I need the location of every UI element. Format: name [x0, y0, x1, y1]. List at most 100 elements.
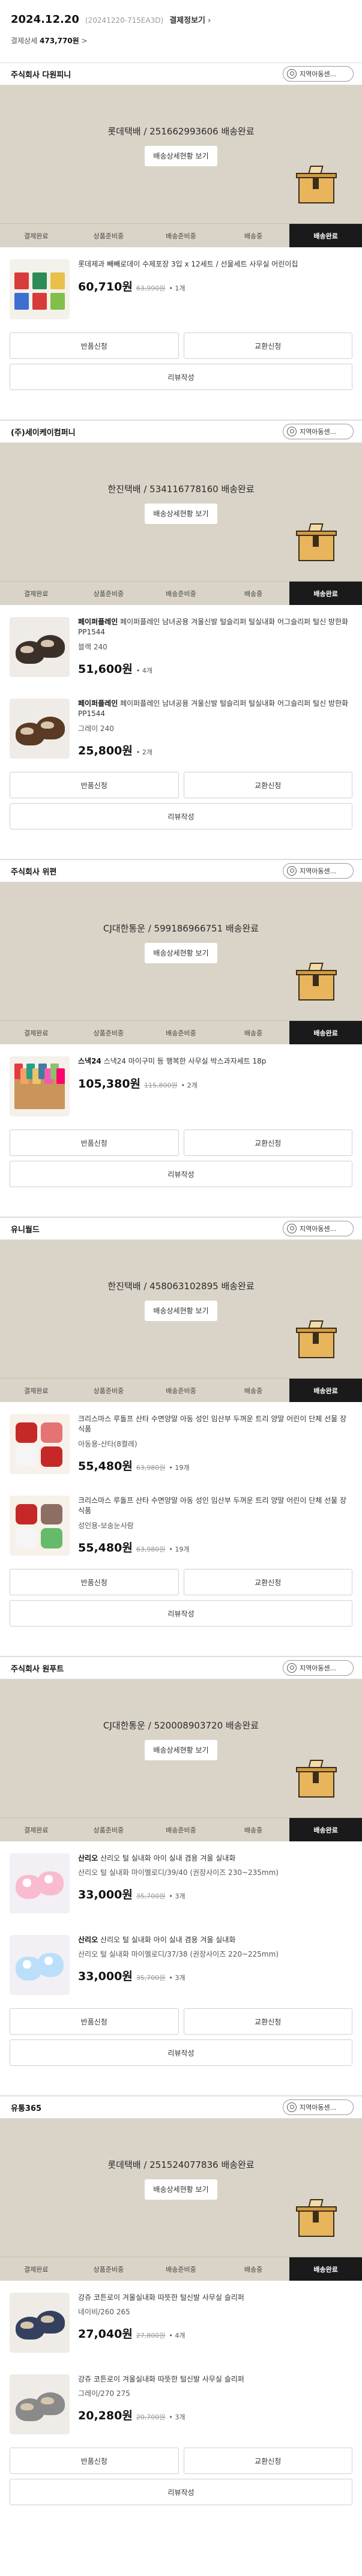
product-thumbnail[interactable] — [10, 1853, 70, 1913]
order-detail-link[interactable]: 결제정보기 — [169, 14, 211, 25]
return-button[interactable]: 반품신청 — [10, 2448, 179, 2474]
product-name[interactable]: 롯데제과 빼빼로데이 수제포장 3입 x 12세트 / 선물세트 사무실 어린이… — [78, 259, 352, 269]
step-1: 상품준비중 — [93, 1386, 124, 1395]
return-button[interactable]: 반품신청 — [10, 1569, 179, 1595]
product-thumbnail[interactable] — [10, 617, 70, 677]
step-3: 배송중 — [244, 1386, 263, 1395]
product-item[interactable]: 산리오 산리오 털 실내화 아이 실내 겸용 겨울 실내화산리오 털 실내화 마… — [0, 1923, 362, 2005]
tracking-detail-button[interactable]: 배송상세현황 보기 — [145, 1740, 217, 1760]
return-button[interactable]: 반품신청 — [10, 2008, 179, 2035]
original-price: 27,800원 — [136, 2332, 166, 2340]
product-item[interactable]: 페이퍼플레인 페이퍼플레인 남녀공용 겨울신발 털슬리퍼 털실내화 어그슬리퍼 … — [0, 687, 362, 768]
product-item[interactable]: 산리오 산리오 털 실내화 아이 실내 겸용 겨울 실내화 산리오 털 실내화 마… — [0, 1841, 362, 1923]
product-price: 27,040원 — [78, 2328, 133, 2341]
seller-group: 유니월드 지역아동센... 한진택배 / 458063102895 배송완료 배송상세… — [0, 1199, 362, 1639]
region-button[interactable]: 지역아동센... — [283, 424, 354, 439]
review-button[interactable]: 리뷰작성 — [10, 1600, 352, 1627]
box-tape — [313, 1771, 319, 1783]
order-history-page: 2024.12.20 (20241220-715EA3D) 결제정보기 결제상세… — [0, 0, 362, 2576]
step-0: 결제완료 — [24, 1386, 49, 1395]
product-item[interactable]: 크리스마스 루돌프 산타 수면양말 아동 성인 임산부 두꺼운 트리 양말 어린… — [0, 1402, 362, 1484]
delivery-status-panel: CJ대한통운 / 599186966751 배송완료 배송상세현황 보기 — [0, 882, 362, 1020]
tracking-detail-button[interactable]: 배송상세현황 보기 — [145, 1301, 217, 1321]
product-name[interactable]: 산리오 산리오 털 실내화 아이 실내 겸용 겨울 실내화 — [78, 1853, 352, 1864]
seller-bar: 주식회사 위편 지역아동센... — [0, 859, 362, 882]
product-thumbnail[interactable] — [10, 1056, 70, 1116]
product-item[interactable]: 스낵24 스낵24 마이구미 등 행복한 사무실 박스과자세트 18p 105,3… — [0, 1044, 362, 1126]
product-item[interactable]: 롯데제과 빼빼로데이 수제포장 3입 x 12세트 / 선물세트 사무실 어린이… — [0, 247, 362, 329]
step-1: 상품준비중 — [93, 1826, 124, 1834]
tracking-detail-button[interactable]: 배송상세현황 보기 — [145, 146, 217, 166]
step-2: 배송준비중 — [166, 589, 196, 598]
product-item[interactable]: 크리스마스 루돌프 산타 수면양말 아동 성인 임산부 두꺼운 트리 양말 어린… — [0, 1484, 362, 1565]
sock-pack — [41, 1504, 62, 1524]
product-info: 강쥬 코튼로이 겨울실내화 따뜻한 털신발 사무실 슬리퍼 그레이/270 275… — [78, 2374, 352, 2434]
exchange-button[interactable]: 교환신청 — [183, 2448, 352, 2474]
region-button[interactable]: 지역아동센... — [283, 1660, 354, 1676]
product-name[interactable]: 페이퍼플레인 페이퍼플레인 남녀공용 겨울신발 털슬리퍼 털실내화 어그슬리퍼 … — [78, 617, 352, 638]
product-thumbnail[interactable] — [10, 699, 70, 759]
seller-group: 주식회사 원푸트 지역아동센... CJ대한통운 / 520008903720 배송… — [0, 1639, 362, 2078]
fur — [41, 721, 54, 729]
exchange-button[interactable]: 교환신청 — [183, 2008, 352, 2035]
section-divider — [0, 1199, 362, 1217]
product-title: 스낵24 마이구미 등 행복한 사무실 박스과자세트 18p — [101, 1057, 267, 1065]
return-button[interactable]: 반품신청 — [10, 772, 179, 798]
exchange-button[interactable]: 교환신청 — [183, 1569, 352, 1595]
product-option: 산리오 털 실내화 마이멜로디/37/38 (권장사이즈 220~225mm) — [78, 1950, 279, 1959]
product-item[interactable]: 페이퍼플레인 페이퍼플레인 남녀공용 겨울신발 털슬리퍼 털실내화 어그슬리퍼 … — [0, 605, 362, 687]
review-button[interactable]: 리뷰작성 — [10, 1161, 352, 1187]
product-thumbnail[interactable] — [10, 2374, 70, 2434]
product-thumbnail[interactable] — [10, 1414, 70, 1474]
product-price: 105,380원 — [78, 1077, 141, 1091]
snack-item — [56, 1068, 65, 1084]
product-thumbnail[interactable] — [10, 259, 70, 319]
region-button[interactable]: 지역아동센... — [283, 1221, 354, 1236]
tracking-detail-button[interactable]: 배송상세현황 보기 — [145, 504, 217, 524]
delivery-status-panel: 롯데택배 / 251524077836 배송완료 배송상세현황 보기 — [0, 2119, 362, 2257]
product-name[interactable]: 산리오 산리오 털 실내화 아이 실내 겸용 겨울 실내화 — [78, 1935, 352, 1945]
tracking-detail-button[interactable]: 배송상세현황 보기 — [145, 2179, 217, 2200]
return-button[interactable]: 반품신청 — [10, 1130, 179, 1156]
exchange-button[interactable]: 교환신청 — [183, 1130, 352, 1156]
delivery-steps: 결제완료 상품준비중 배송준비중 배송중 배송완료 — [0, 2257, 362, 2281]
product-thumbnail[interactable] — [10, 1496, 70, 1556]
product-title: 강쥬 코튼로이 겨울실내화 따뜻한 털신발 사무실 슬리퍼 — [78, 2293, 244, 2302]
character — [44, 1875, 53, 1883]
sock-pack — [41, 1528, 62, 1548]
review-button[interactable]: 리뷰작성 — [10, 803, 352, 829]
region-button[interactable]: 지역아동센... — [283, 2099, 354, 2115]
product-item[interactable]: 강쥬 코튼로이 겨울실내화 따뜻한 털신발 사무실 슬리퍼 그레이/270 275… — [0, 2362, 362, 2444]
delivered-box-icon — [296, 963, 337, 1001]
original-price: 63,980원 — [136, 1545, 166, 1553]
review-button[interactable]: 리뷰작성 — [10, 364, 352, 390]
step-2: 배송준비중 — [166, 2265, 196, 2274]
tracking-detail-button[interactable]: 배송상세현황 보기 — [145, 943, 217, 963]
exchange-button[interactable]: 교환신청 — [183, 772, 352, 798]
region-button[interactable]: 지역아동센... — [283, 66, 354, 82]
return-button[interactable]: 반품신청 — [10, 333, 179, 359]
product-name[interactable]: 강쥬 코튼로이 겨울실내화 따뜻한 털신발 사무실 슬리퍼 — [78, 2293, 352, 2303]
product-item[interactable]: 강쥬 코튼로이 겨울실내화 따뜻한 털신발 사무실 슬리퍼 네이비/260 265… — [0, 2281, 362, 2362]
product-name[interactable]: 강쥬 코튼로이 겨울실내화 따뜻한 털신발 사무실 슬리퍼 — [78, 2374, 352, 2385]
step-3: 배송중 — [244, 1826, 263, 1834]
product-info: 크리스마스 루돌프 산타 수면양말 아동 성인 임산부 두꺼운 트리 양말 어린… — [78, 1496, 352, 1556]
step-3: 배송중 — [244, 589, 263, 598]
review-button[interactable]: 리뷰작성 — [10, 2479, 352, 2505]
product-quantity: • 1개 — [169, 284, 186, 293]
exchange-button[interactable]: 교환신청 — [183, 333, 352, 359]
payment-total[interactable]: 결제상세 473,770원 > — [11, 35, 351, 46]
product-name[interactable]: 페이퍼플레인 페이퍼플레인 남녀공용 겨울신발 털슬리퍼 털실내화 어그슬리퍼 … — [78, 699, 352, 720]
product-name[interactable]: 스낵24 스낵24 마이구미 등 행복한 사무실 박스과자세트 18p — [78, 1056, 352, 1067]
region-button[interactable]: 지역아동센... — [283, 863, 354, 879]
product-name[interactable]: 크리스마스 루돌프 산타 수면양말 아동 성인 임산부 두꺼운 트리 양말 어린… — [78, 1496, 352, 1517]
fur — [20, 646, 34, 653]
review-button[interactable]: 리뷰작성 — [10, 2039, 352, 2066]
product-thumbnail[interactable] — [10, 2293, 70, 2353]
box-tape — [313, 1332, 319, 1344]
product-thumbnail[interactable] — [10, 1935, 70, 1995]
product-name[interactable]: 크리스마스 루돌프 산타 수면양말 아동 성인 임산부 두꺼운 트리 양말 어린… — [78, 1414, 352, 1435]
delivered-box-icon — [296, 166, 337, 203]
original-price: 35,700원 — [136, 1974, 166, 1982]
product-price: 60,710원 — [78, 280, 133, 294]
